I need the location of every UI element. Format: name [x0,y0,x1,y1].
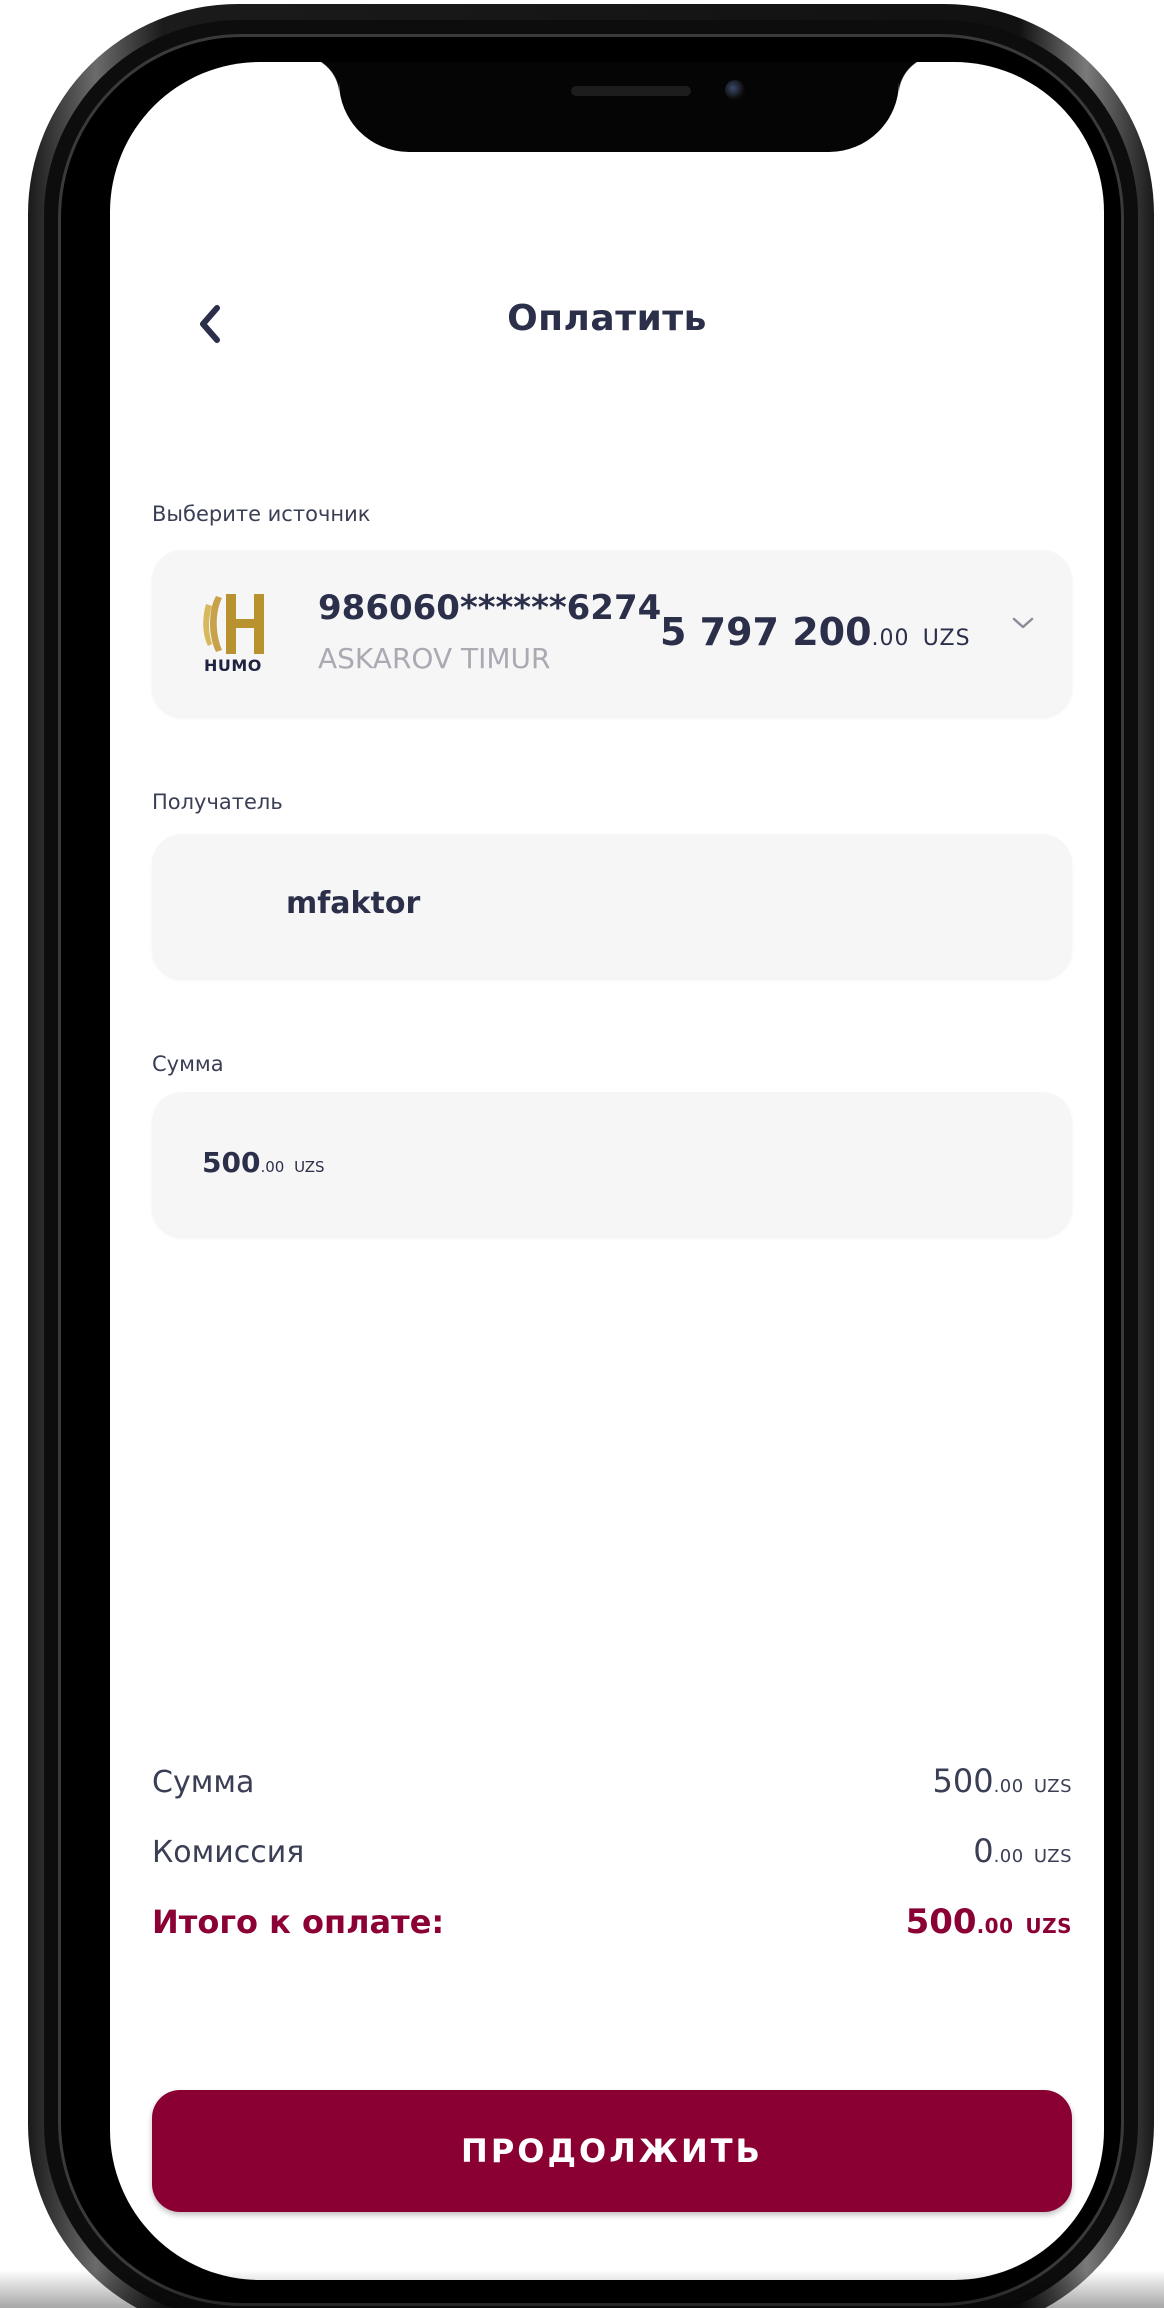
speaker-grille [571,86,691,96]
amount-label: Сумма [152,1052,224,1076]
page-title: Оплатить [507,298,707,339]
front-camera [725,80,745,100]
summary-sum-value: 500.00 UZS [932,1762,1072,1800]
summary-total-value: 500.00 UZS [906,1902,1072,1942]
summary-commission-main: 0 [973,1832,994,1870]
card-balance-currency: UZS [922,626,971,651]
amount-field[interactable]: 500.00 UZS [152,1092,1072,1236]
card-number: 986060******6274 [318,588,662,628]
summary-total-row: Итого к оплате: 500.00 UZS [152,1902,1072,1942]
app-screen: Оплатить Выберите источник HUMO 986060**… [110,62,1104,2280]
amount-value-fraction: .00 [260,1158,285,1176]
summary-commission-value: 0.00 UZS [973,1832,1072,1870]
summary-total-currency: UZS [1025,1914,1072,1938]
card-brand-label: HUMO [204,656,262,675]
summary-total-main: 500 [905,1902,977,1942]
card-balance-fraction: .00 [871,626,910,651]
summary-total-label: Итого к оплате: [152,1903,445,1941]
summary-sum-row: Сумма 500.00 UZS [152,1762,1072,1800]
summary-commission-row: Комиссия 0.00 UZS [152,1832,1072,1870]
recipient-label: Получатель [152,790,283,814]
card-holder-name: ASKAROV TIMUR [318,642,551,675]
amount-value-main: 500 [202,1146,261,1179]
summary-commission-currency: UZS [1033,1846,1072,1867]
bottom-shadow [0,2270,1164,2308]
summary-total-fraction: .00 [976,1914,1014,1938]
summary-sum-currency: UZS [1033,1776,1072,1797]
summary-sum-fraction: .00 [993,1776,1024,1797]
card-balance: 5 797 200.00 UZS [660,610,971,654]
amount-value-currency: UZS [294,1158,325,1176]
recipient-value: mfaktor [286,886,421,921]
summary-commission-label: Комиссия [152,1835,305,1870]
phone-notch [299,62,939,152]
chevron-down-icon[interactable] [1008,608,1038,638]
phone-mockup: Оплатить Выберите источник HUMO 986060**… [0,0,1164,2308]
amount-value: 500.00 UZS [202,1146,325,1179]
source-card-selector[interactable]: HUMO 986060******6274 ASKAROV TIMUR 5 79… [152,550,1072,716]
humo-logo-icon [203,594,264,654]
source-label: Выберите источник [152,502,371,526]
summary-sum-label: Сумма [152,1765,255,1800]
recipient-field[interactable]: mfaktor [152,834,1072,978]
card-balance-main: 5 797 200 [660,610,872,654]
summary-commission-fraction: .00 [993,1846,1024,1867]
continue-button[interactable]: ПРОДОЛЖИТЬ [152,2090,1072,2212]
summary-sum-main: 500 [932,1762,994,1800]
